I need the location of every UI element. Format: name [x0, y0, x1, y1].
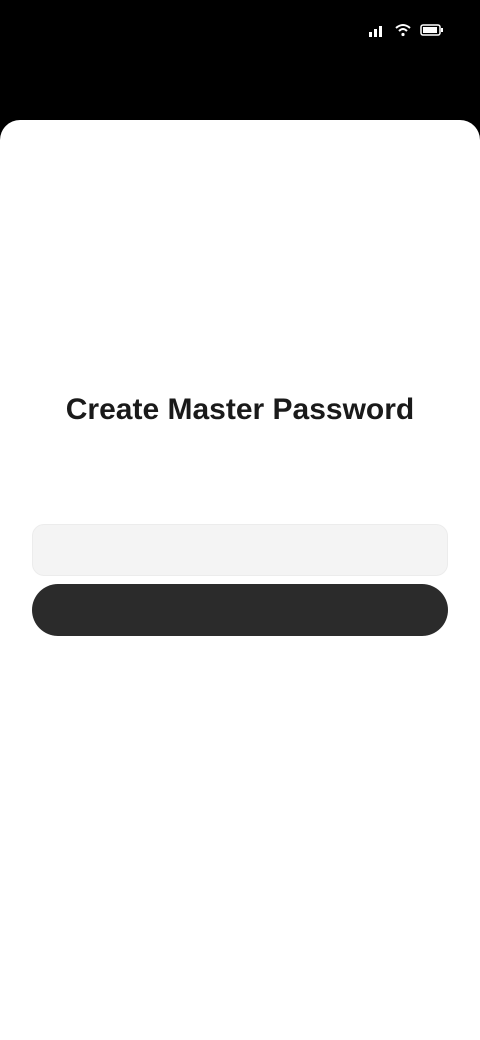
continue-button[interactable] [32, 584, 448, 636]
status-right [368, 21, 444, 39]
create-password-content: Create Master Password [0, 390, 480, 641]
app-screen: Create Master Password [0, 0, 480, 1040]
battery-icon [420, 24, 443, 36]
wifi-icon [395, 24, 411, 37]
signal-icon [369, 26, 382, 37]
bottom-sheet: Create Master Password [0, 120, 480, 1040]
status-bar [0, 0, 480, 60]
master-password-input[interactable] [32, 524, 448, 576]
page-title: Create Master Password [65, 393, 415, 426]
